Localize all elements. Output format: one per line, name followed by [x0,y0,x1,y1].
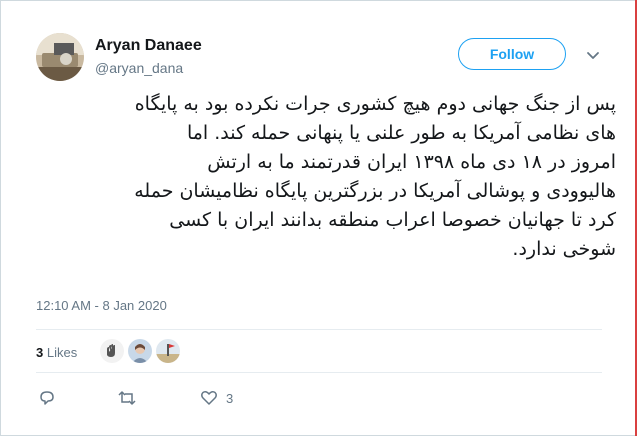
liker-avatars [100,339,180,363]
likes-count: 3 [36,345,44,360]
tweet-actions: 3 [0,388,637,410]
likes-label: Likes [46,345,78,360]
chevron-down-icon[interactable] [586,48,600,59]
tweet-line: شوخی ندارد. [512,238,616,260]
divider [36,372,602,373]
tweet-line: پس از جنگ جهانی دوم هیچ کشوری جرات نکرده… [134,93,616,115]
tweet-line: کرد تا جهانیان خصوصا اعراب منطقه بدانند … [169,209,616,231]
tweet-line: امروز در ۱۸ دی ماه ۱۳۹۸ ایران قدرتمند ما… [207,151,616,173]
tweet-text: پس از جنگ جهانی دوم هیچ کشوری جرات نکرده… [36,90,616,264]
liker-avatar[interactable] [156,339,180,363]
follow-button[interactable]: Follow [458,38,566,70]
like-count: 3 [226,391,234,406]
user-handle[interactable]: @aryan_dana [95,60,183,76]
retweet-icon[interactable] [117,388,137,408]
display-name[interactable]: Aryan Danaee [95,37,202,55]
likes-stat[interactable]: 3 Likes [36,345,77,360]
heart-icon[interactable] [199,388,219,408]
tweet-timestamp[interactable]: 12:10 AM - 8 Jan 2020 [36,298,167,313]
liker-avatar[interactable] [100,339,124,363]
divider [36,329,602,330]
tweet-line: هالیوودی و پوشالی آمریکا در بزرگترین پای… [134,180,616,202]
tweet-line: های نظامی آمریکا به طور علنی یا پنهانی ح… [186,122,616,144]
liker-avatar[interactable] [128,339,152,363]
reply-icon[interactable] [37,388,57,408]
avatar[interactable] [36,33,84,81]
